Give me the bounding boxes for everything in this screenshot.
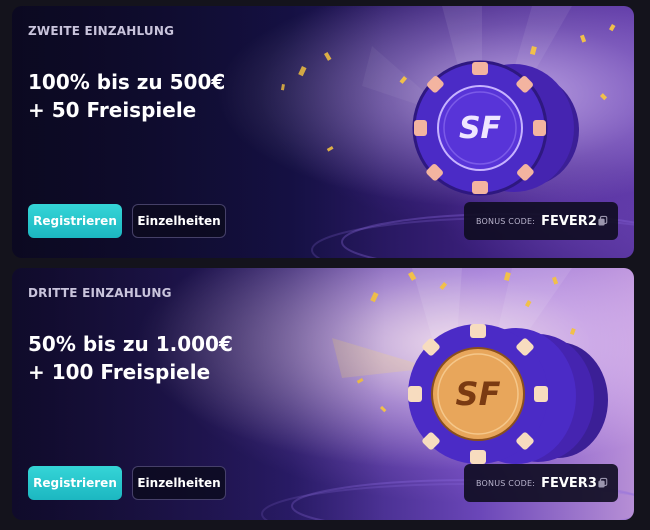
offer-card-second-deposit: SF ZWEITE EINZAHLUNG 100% bis zu 500€ + …	[12, 6, 634, 258]
offer-card-third-deposit: SF DRITTE EINZAHLUNG 50% bis zu 1.000€ +…	[12, 268, 634, 520]
offer-headline-line2: + 100 Freispiele	[28, 360, 211, 384]
offer-headline: 100% bis zu 500€ + 50 Freispiele	[28, 68, 328, 124]
bonus-code-label: BONUS CODE:	[476, 216, 536, 226]
offer-headline: 50% bis zu 1.000€ + 100 Freispiele	[28, 330, 328, 386]
bonus-code-value: FEVER3	[541, 475, 597, 491]
offer-kicker: DRITTE EINZAHLUNG	[28, 286, 172, 300]
bonus-code-label: BONUS CODE:	[476, 478, 536, 488]
register-button[interactable]: Registrieren	[28, 466, 122, 500]
bonus-code-box: BONUS CODE: FEVER3	[464, 464, 618, 502]
details-button[interactable]: Einzelheiten	[132, 466, 226, 500]
copy-icon[interactable]	[597, 475, 608, 491]
details-button[interactable]: Einzelheiten	[132, 204, 226, 238]
offer-headline-line2: + 50 Freispiele	[28, 98, 197, 122]
offer-kicker: ZWEITE EINZAHLUNG	[28, 24, 175, 38]
register-button[interactable]: Registrieren	[28, 204, 122, 238]
chip-logo-text: SF	[458, 111, 502, 146]
copy-icon[interactable]	[597, 213, 608, 229]
bonus-code-value: FEVER2	[541, 213, 597, 229]
offer-headline-line1: 100% bis zu 500€	[28, 70, 226, 94]
bonus-offers-page: SF ZWEITE EINZAHLUNG 100% bis zu 500€ + …	[0, 0, 650, 530]
chip-logo-text: SF	[455, 375, 501, 413]
bonus-code-box: BONUS CODE: FEVER2	[464, 202, 618, 240]
offer-headline-line1: 50% bis zu 1.000€	[28, 332, 233, 356]
